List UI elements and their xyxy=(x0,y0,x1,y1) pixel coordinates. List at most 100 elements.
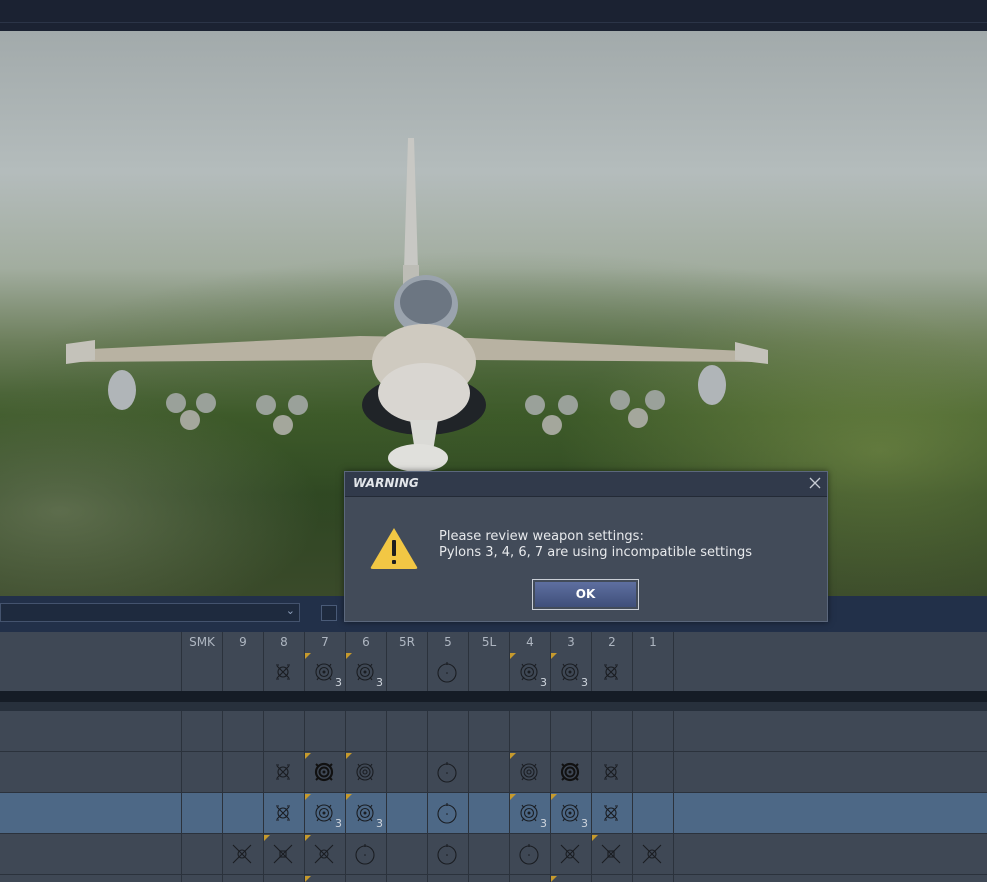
pylon-cell-3[interactable] xyxy=(550,834,591,874)
pylon-header-5: 5 xyxy=(427,632,468,652)
cross-square-icon xyxy=(273,844,293,864)
modified-flag xyxy=(305,794,311,800)
warning-dialog: WARNING Please review weapon settings: P… xyxy=(344,471,828,622)
cross-icon xyxy=(560,844,580,864)
pylon-cell-4[interactable]: 3 xyxy=(509,652,550,692)
modified-flag xyxy=(305,753,311,759)
column-divider xyxy=(222,652,223,691)
modified-flag xyxy=(592,835,598,841)
pylon-cell-7[interactable] xyxy=(304,752,345,792)
pylon-cell-7[interactable]: 3 xyxy=(304,652,345,692)
pylon-header-smk: SMK xyxy=(181,632,222,652)
empty-row[interactable] xyxy=(0,711,987,751)
pylon-cell-4[interactable] xyxy=(509,752,550,792)
pylon-cell-6[interactable] xyxy=(345,752,386,792)
pylon-cell-4[interactable] xyxy=(509,834,550,874)
target-ring-icon xyxy=(520,763,538,781)
summary-row[interactable] xyxy=(0,652,987,691)
pylon-cell-7[interactable]: 3 xyxy=(304,793,345,833)
dialog-message: Please review weapon settings: Pylons 3,… xyxy=(439,529,752,561)
pylon-header-5r: 5R xyxy=(386,632,427,652)
close-icon[interactable] xyxy=(807,475,823,491)
pylon-cell-8[interactable] xyxy=(263,652,304,692)
separator xyxy=(0,702,987,711)
cluster-icon xyxy=(276,664,290,680)
target-icon xyxy=(561,804,579,822)
pylon-cell-8[interactable] xyxy=(263,834,304,874)
store-count: 3 xyxy=(540,676,547,689)
pylon-cell-2[interactable] xyxy=(591,652,632,692)
ok-button[interactable]: OK xyxy=(532,579,639,610)
target-icon xyxy=(315,663,333,681)
store-count: 3 xyxy=(335,817,342,830)
pylon-cell-8[interactable] xyxy=(263,793,304,833)
tank-icon xyxy=(437,844,457,865)
pylon-cell[interactable] xyxy=(550,875,591,882)
column-divider xyxy=(181,652,182,691)
pylon-cell-3[interactable] xyxy=(550,752,591,792)
pylon-cell-3[interactable]: 3 xyxy=(550,652,591,692)
pylon-cell-5[interactable] xyxy=(427,793,468,833)
loadout-dropdown[interactable]: ⌄ xyxy=(0,603,300,622)
loadout-row-2[interactable] xyxy=(0,793,987,833)
cluster-icon xyxy=(276,764,290,780)
pylon-cell-6[interactable] xyxy=(345,834,386,874)
option-checkbox[interactable] xyxy=(321,605,337,621)
loadout-row-1[interactable] xyxy=(0,752,987,792)
cluster-icon xyxy=(604,764,618,780)
pylon-cell-6[interactable]: 3 xyxy=(345,793,386,833)
pylon-header-5l: 5L xyxy=(468,632,509,652)
column-divider xyxy=(673,711,674,882)
pylon-cell-5[interactable] xyxy=(427,752,468,792)
column-divider xyxy=(673,632,674,652)
column-divider xyxy=(386,652,387,691)
target-icon xyxy=(356,804,374,822)
target-icon xyxy=(561,663,579,681)
row-divider xyxy=(0,833,987,834)
ok-button-label: OK xyxy=(535,582,636,607)
pylon-cell-1[interactable] xyxy=(632,834,673,874)
store-count: 3 xyxy=(540,817,547,830)
cross-icon xyxy=(314,844,334,864)
pylon-cell-5[interactable] xyxy=(427,652,468,692)
target-ring-icon xyxy=(356,763,374,781)
loadout-row-3[interactable] xyxy=(0,834,987,874)
loadout-row-4[interactable] xyxy=(0,875,987,882)
pylon-header-2: 2 xyxy=(591,632,632,652)
pylon-cell[interactable] xyxy=(304,875,345,882)
pylon-cell-6[interactable]: 3 xyxy=(345,652,386,692)
pylon-cell-2[interactable] xyxy=(591,752,632,792)
pylon-cell-5[interactable] xyxy=(427,834,468,874)
modified-flag xyxy=(551,653,557,659)
target-bold-icon xyxy=(314,762,334,782)
pylon-cell-7[interactable] xyxy=(304,834,345,874)
pylon-cell-4[interactable]: 3 xyxy=(509,793,550,833)
pylon-header-9: 9 xyxy=(222,632,263,652)
modified-flag xyxy=(346,794,352,800)
pylon-cell-2[interactable] xyxy=(591,834,632,874)
cluster-icon xyxy=(276,805,290,821)
pylon-header-7: 7 xyxy=(304,632,345,652)
dialog-title-bar: WARNING xyxy=(345,472,827,497)
pylon-cell-8[interactable] xyxy=(263,752,304,792)
pylon-cell-3[interactable]: 3 xyxy=(550,793,591,833)
dialog-message-line-1: Please review weapon settings: xyxy=(439,529,644,544)
target-icon xyxy=(315,804,333,822)
row-divider xyxy=(0,874,987,875)
modified-flag xyxy=(264,835,270,841)
column-divider xyxy=(673,652,674,691)
modified-flag xyxy=(551,794,557,800)
cluster-icon xyxy=(604,805,618,821)
store-count: 3 xyxy=(581,676,588,689)
target-icon xyxy=(520,804,538,822)
pylon-header-1: 1 xyxy=(632,632,673,652)
cross-square-icon xyxy=(601,844,621,864)
modified-flag xyxy=(305,835,311,841)
pylon-cell-2[interactable] xyxy=(591,793,632,833)
top-bar xyxy=(0,0,987,31)
modified-flag xyxy=(305,653,311,659)
pylon-cell-9[interactable] xyxy=(222,834,263,874)
modified-flag xyxy=(305,876,311,882)
dialog-message-line-2: Pylons 3, 4, 6, 7 are using incompatible… xyxy=(439,545,753,560)
store-count: 3 xyxy=(581,817,588,830)
